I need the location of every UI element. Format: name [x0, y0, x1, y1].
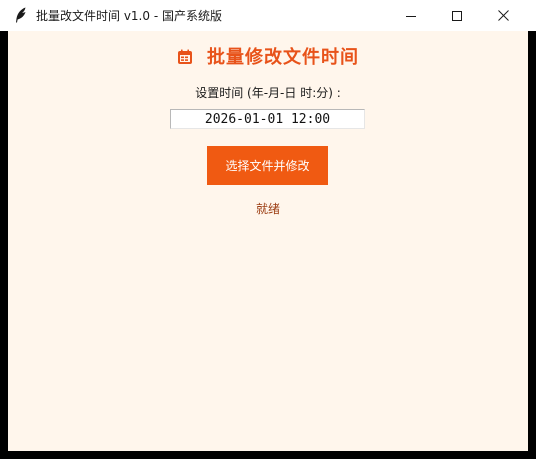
page-heading: 批量修改文件时间 [8, 43, 528, 69]
time-input[interactable] [170, 109, 365, 129]
time-field-label: 设置时间 (年-月-日 时:分) : [195, 86, 341, 100]
page-title: 批量修改文件时间 [207, 47, 359, 68]
close-button[interactable] [480, 0, 526, 31]
minimize-button[interactable] [388, 0, 434, 31]
maximize-icon [452, 10, 462, 21]
window-title: 批量改文件时间 v1.0 - 国产系统版 [36, 9, 222, 23]
title-bar[interactable]: 批量改文件时间 v1.0 - 国产系统版 [0, 0, 536, 31]
main-panel: 批量修改文件时间 设置时间 (年-月-日 时:分) : 选择文件并修改 就绪 [8, 31, 528, 451]
app-window: 批量改文件时间 v1.0 - 国产系统版 批量修改文件时间 设置时间 (年-月-… [0, 0, 536, 459]
maximize-button[interactable] [434, 0, 480, 31]
minimize-icon [406, 15, 416, 17]
status-text: 就绪 [255, 202, 280, 216]
select-files-button[interactable]: 选择文件并修改 [207, 146, 328, 185]
close-icon [497, 10, 509, 21]
calendar-icon [178, 49, 192, 64]
feather-icon [16, 7, 26, 23]
